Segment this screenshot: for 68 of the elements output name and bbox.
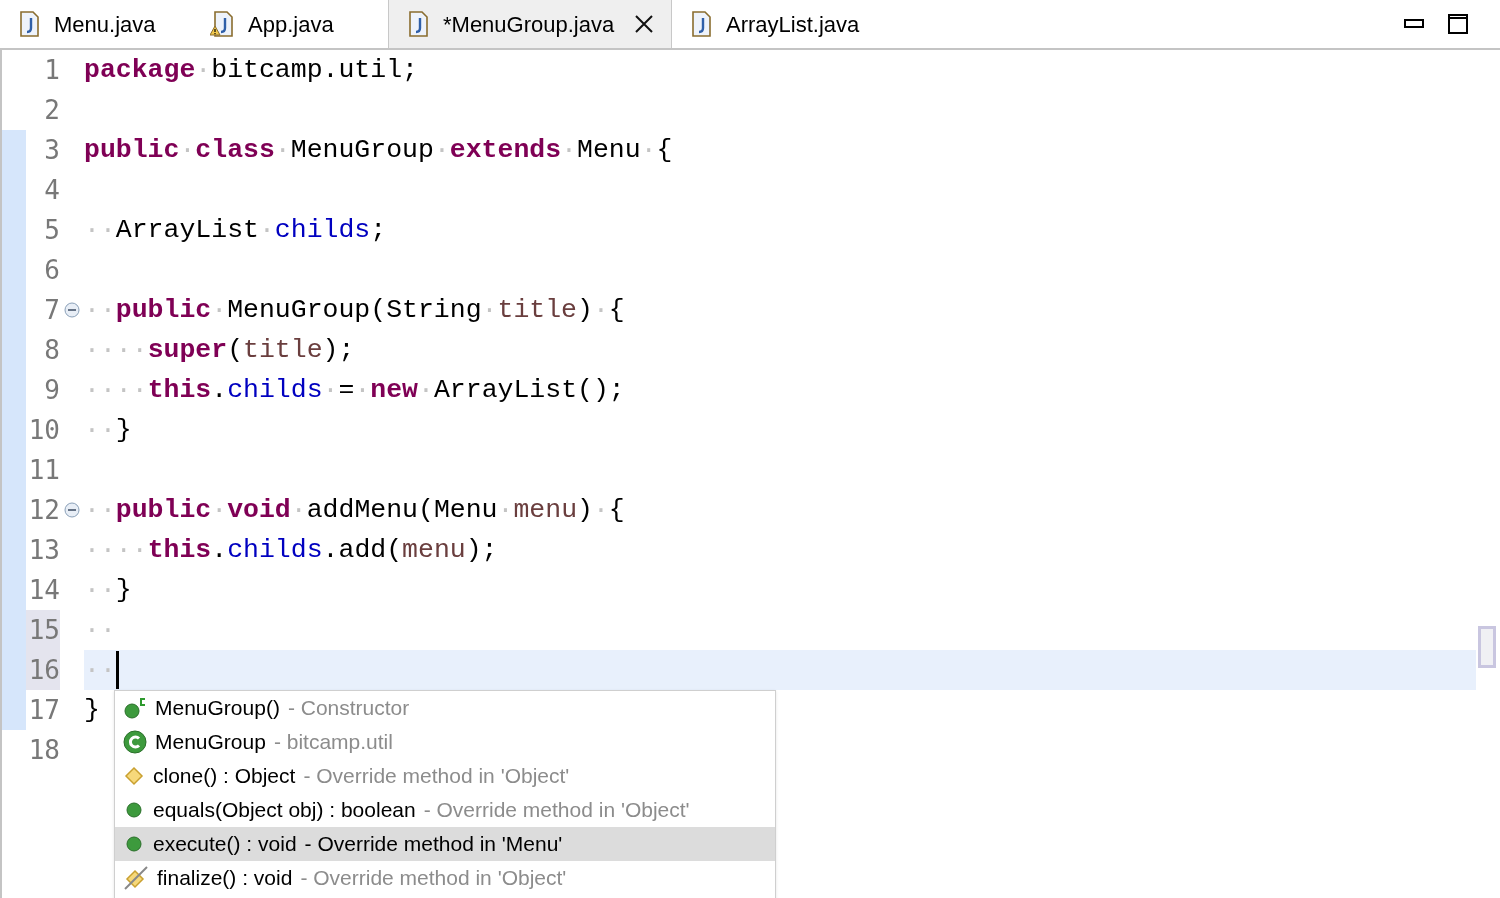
text-caret <box>115 651 119 689</box>
completion-item[interactable]: clone() : Object - Override method in 'Object' <box>115 759 775 793</box>
line-number: 17 <box>27 694 60 727</box>
tab-label: Menu.java <box>54 10 156 39</box>
scrollbar-thumb[interactable] <box>1478 626 1496 668</box>
completion-item[interactable]: finalize() : void - Override method in 'Object' <box>115 861 775 895</box>
completion-label: finalize() : void <box>157 865 293 892</box>
diamond-icon <box>123 765 145 787</box>
completion-detail: - Override method in 'Menu' <box>304 831 563 858</box>
code-line: ····this.childs.add(menu); <box>84 536 498 564</box>
maximize-icon[interactable] <box>1448 14 1468 34</box>
completion-label: clone() : Object <box>153 763 296 790</box>
completion-detail: - Constructor <box>287 695 410 722</box>
crossed-diamond-icon <box>123 865 149 891</box>
completion-item[interactable]: equals(Object obj) : boolean - Override method in 'Object' <box>115 793 775 827</box>
line-number: 8 <box>43 334 60 367</box>
code-line: ····super(title); <box>84 336 355 364</box>
completion-label: MenuGroup() <box>155 695 280 722</box>
java-file-warning-icon <box>210 10 236 38</box>
completion-label: equals(Object obj) : boolean <box>153 797 416 824</box>
completion-detail: - Override method in 'Object' <box>423 797 690 824</box>
line-number: 12 <box>27 494 60 527</box>
completion-item[interactable]: MenuGroup() - Constructor <box>115 691 775 725</box>
minimize-icon[interactable] <box>1404 19 1424 29</box>
dot-icon <box>123 799 145 821</box>
line-number: 2 <box>43 94 60 127</box>
collapse-icon[interactable] <box>64 502 80 518</box>
completion-detail: - Override method in 'Object' <box>300 865 567 892</box>
code-line: ····this.childs·=·new·ArrayList(); <box>84 376 625 404</box>
line-number: 16 <box>26 650 60 690</box>
line-number: 9 <box>43 374 60 407</box>
completion-detail: - Override method in 'Object' <box>303 763 570 790</box>
line-number: 4 <box>43 174 60 207</box>
line-number: 18 <box>27 734 60 767</box>
editor-tab[interactable]: *MenuGroup.java <box>388 0 672 48</box>
code-line: ·· <box>84 656 116 684</box>
completion-label: MenuGroup <box>155 729 266 756</box>
line-number: 5 <box>43 214 60 247</box>
line-number: 13 <box>27 534 60 567</box>
completion-item[interactable]: execute() : void - Override method in 'Menu' <box>115 827 775 861</box>
completion-detail: - bitcamp.util <box>273 729 393 756</box>
line-number: 1 <box>43 54 60 87</box>
dot-icon <box>123 833 145 855</box>
line-number: 6 <box>43 254 60 287</box>
line-number: 3 <box>43 134 60 167</box>
tab-label: *MenuGroup.java <box>443 10 615 39</box>
close-icon[interactable] <box>634 14 655 34</box>
code-line: ··public·MenuGroup(String·title)·{ <box>84 296 625 324</box>
tab-label: App.java <box>248 10 334 39</box>
code-line: } <box>84 696 100 724</box>
completion-label: execute() : void <box>153 831 297 858</box>
line-number: 10 <box>27 414 60 447</box>
code-line: ·· <box>84 616 116 644</box>
constructor-icon <box>123 696 147 720</box>
code-line: ··} <box>84 576 132 604</box>
tab-label: ArrayList.java <box>726 10 860 39</box>
code-line: package·bitcamp.util; <box>84 56 418 84</box>
code-line: ··ArrayList·childs; <box>84 216 387 244</box>
line-number: 11 <box>27 454 60 487</box>
line-number: 14 <box>27 574 60 607</box>
class-icon <box>123 730 147 754</box>
line-number: 15 <box>26 610 60 650</box>
code-line: ··} <box>84 416 132 444</box>
completion-item[interactable]: MenuGroup - bitcamp.util <box>115 725 775 759</box>
code-line: ··public·void·addMenu(Menu·menu)·{ <box>84 496 625 524</box>
code-line: public·class·MenuGroup·extends·Menu·{ <box>84 136 673 164</box>
line-number: 7 <box>43 294 60 327</box>
collapse-icon[interactable] <box>64 302 80 318</box>
